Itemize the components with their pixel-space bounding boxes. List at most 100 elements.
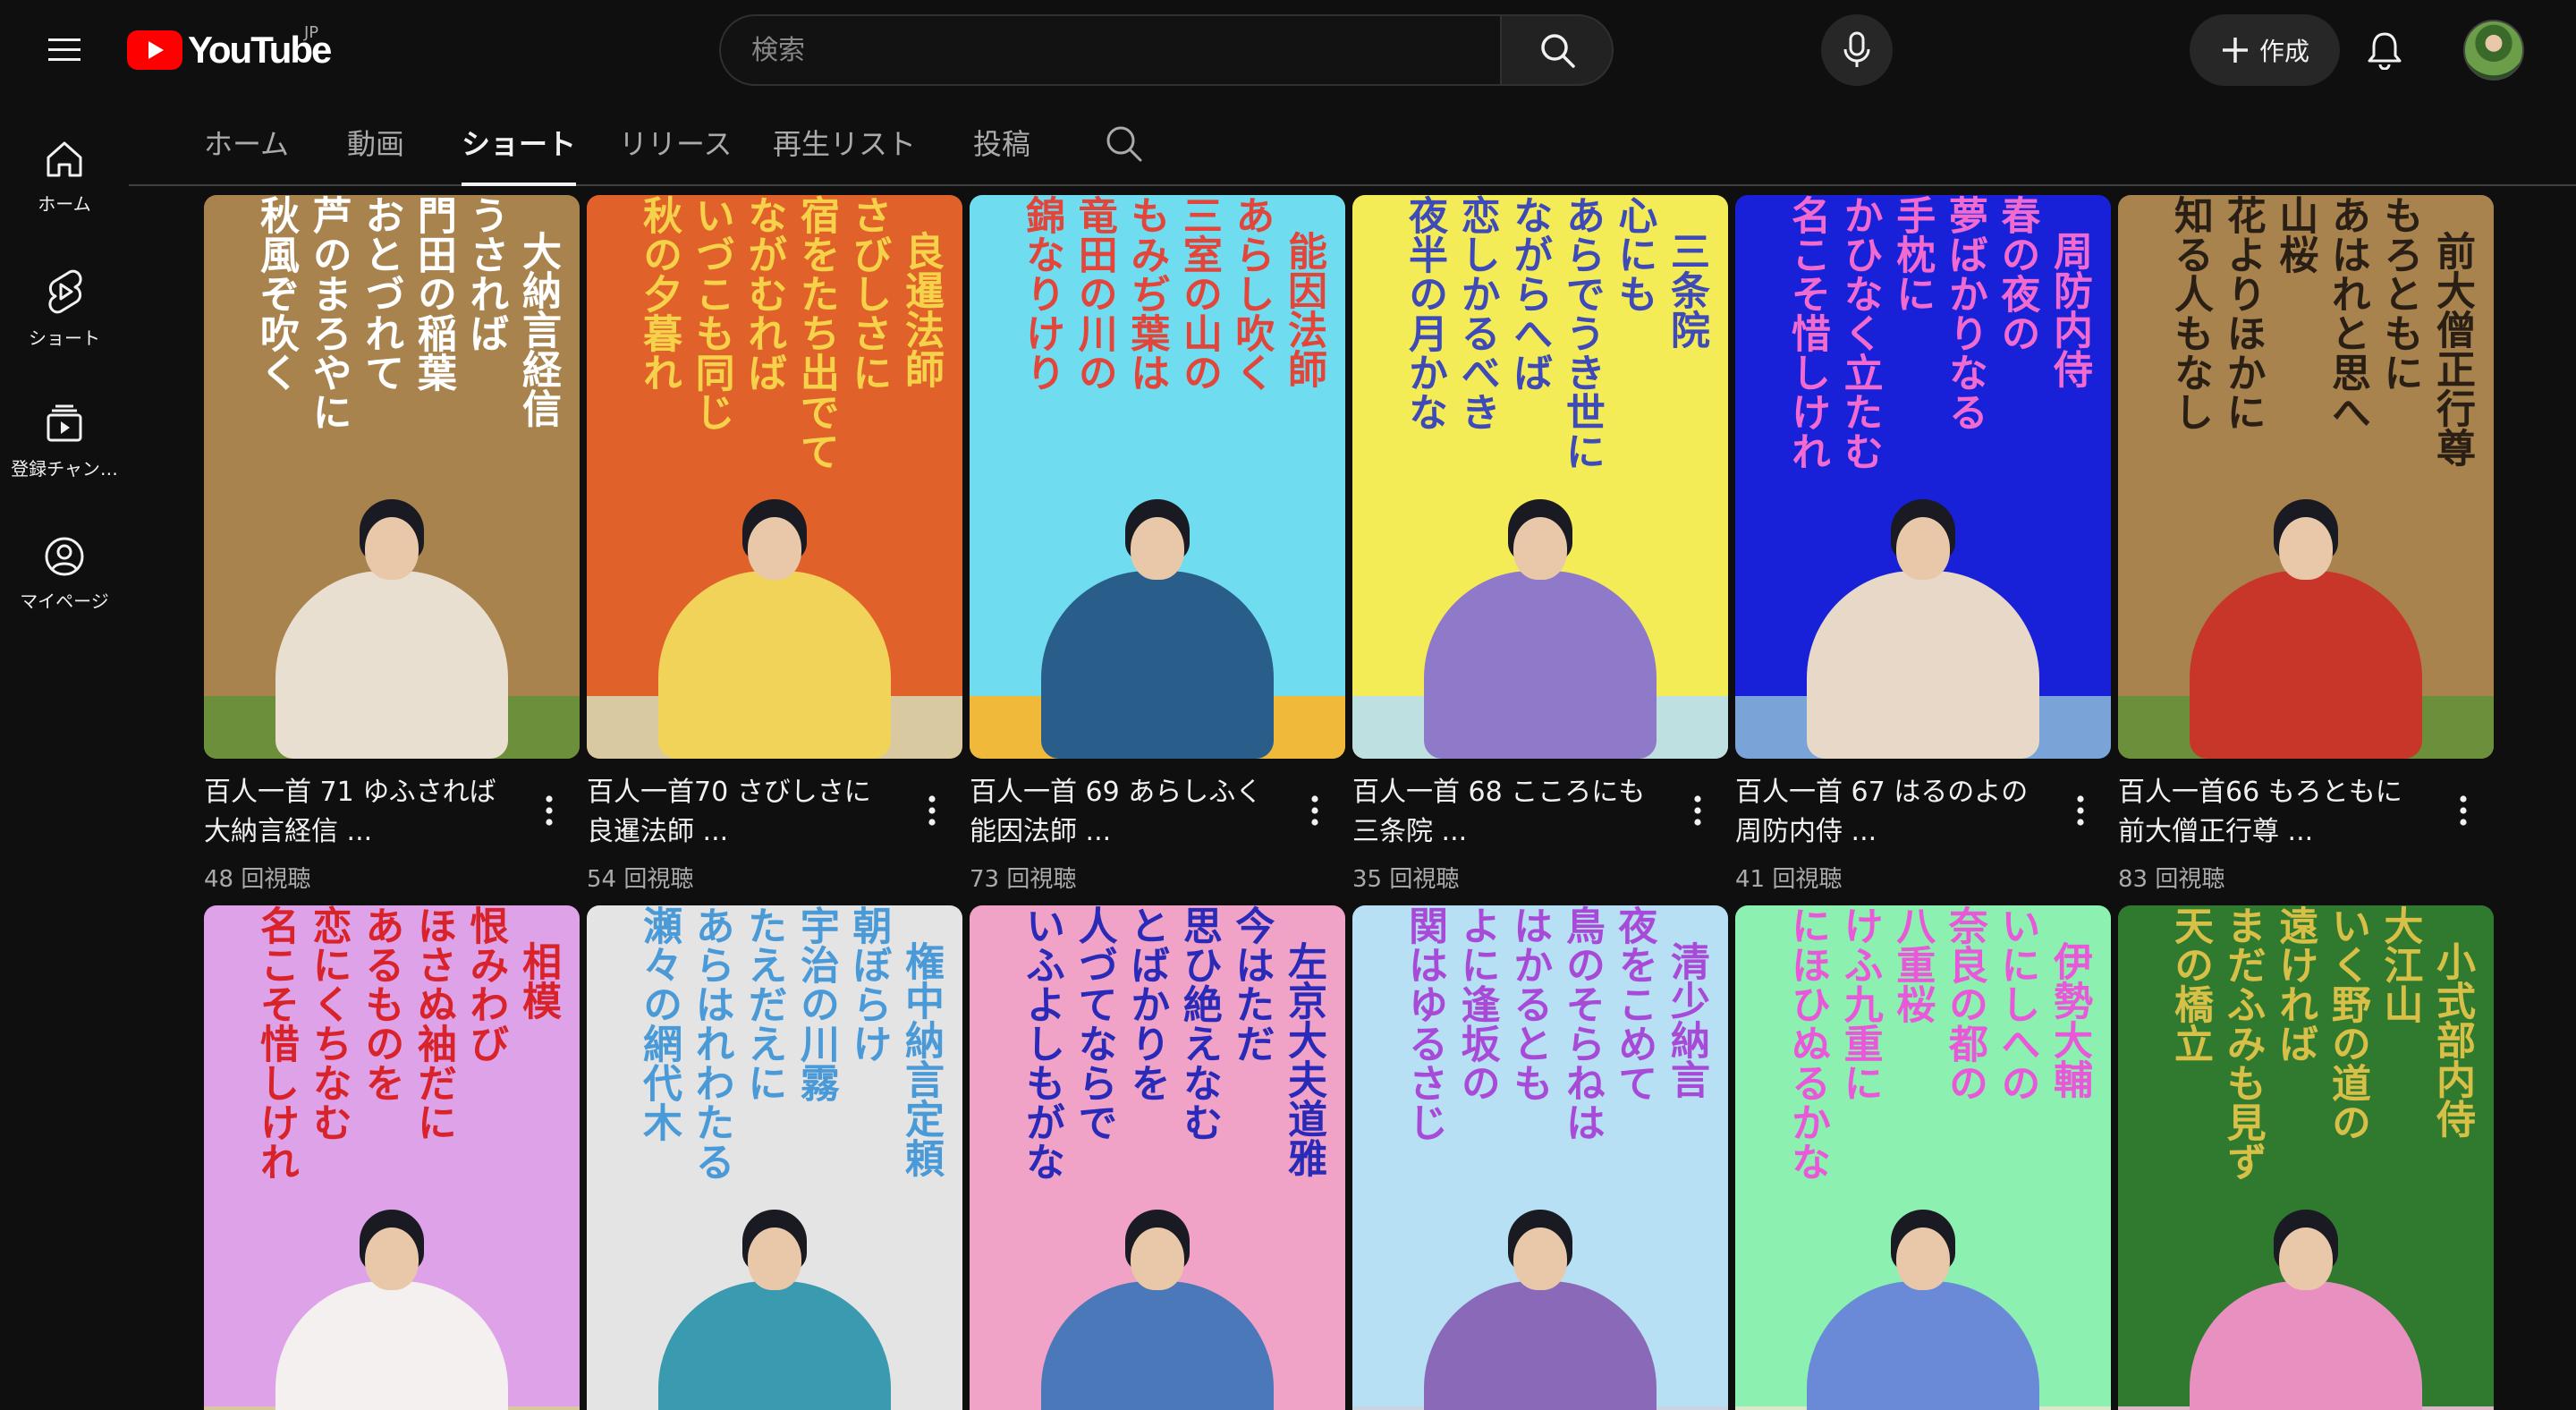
short-title[interactable]: 百人一首66 もろともに 前大僧正行尊 ...: [2118, 773, 2440, 852]
thumbnail-figure: [640, 490, 909, 759]
poet-name: 周防内侍: [2046, 231, 2092, 388]
figure-robe: [1041, 571, 1274, 759]
short-title[interactable]: 百人一首 69 あらしふく 能因法師 ...: [970, 773, 1292, 852]
search-button[interactable]: [1500, 14, 1614, 86]
short-thumbnail[interactable]: 相模 恨みわび ほさぬ袖だに あるものを 恋にくちなむ 名こそ惜しけれ: [204, 905, 580, 1410]
short-thumbnail[interactable]: 三条院 心にも あらでうき世に ながらへば 恋しかるべき 夜半の月かな: [1352, 195, 1728, 759]
poem-line: 遠ければ: [2272, 905, 2318, 1063]
figure-face: [1896, 517, 1950, 580]
tab-posts[interactable]: 投稿: [973, 100, 1030, 184]
short-thumbnail[interactable]: 清少納言 夜をこめて 鳥のそらねは はかるとも よに逢坂の 関はゆるさじ: [1352, 905, 1728, 1410]
menu-icon[interactable]: [38, 23, 91, 77]
poem-line: 瀬々の網代木: [636, 905, 682, 1142]
poet-name: 権中納言定頼: [898, 941, 944, 1177]
poem-line: 恋にくちなむ: [305, 905, 352, 1142]
poem-line: 鳥のそらねは: [1558, 905, 1605, 1142]
region-code: JP: [304, 23, 319, 42]
poem-line: 夢ばかりなる: [1941, 195, 1987, 431]
short-title-line: 前大僧正行尊 ...: [2118, 816, 2314, 847]
poem-line: 竜田の川の: [1071, 195, 1117, 392]
poem-line: 門田の稲葉: [410, 195, 456, 392]
short-thumbnail[interactable]: 左京大夫道雅 今はただ 思ひ絶えなむ とばかりを 人づてならで いふよしもがな: [970, 905, 1345, 1410]
short-thumbnail[interactable]: 前大僧正行尊 もろともに あはれと思へ 山桜 花よりほかに 知る人もなし: [2118, 195, 2494, 759]
poem-line: たえだえに: [741, 905, 787, 1102]
poem-line: とばかりを: [1123, 905, 1170, 1102]
tab-playlists[interactable]: 再生リスト: [773, 100, 916, 184]
short-title-line: 能因法師 ...: [970, 816, 1112, 847]
search-bar: [719, 14, 1614, 86]
short-thumbnail[interactable]: 伊勢大輔 いにしへの 奈良の都の 八重桜 けふ九重に にほひぬるかな: [1735, 905, 2111, 1410]
account-avatar[interactable]: [2463, 20, 2524, 81]
top-bar: YouTube JP 作成: [0, 0, 2576, 100]
tab-videos[interactable]: 動画: [347, 100, 404, 184]
short-title[interactable]: 百人一首 71 ゆふされば 大納言経信 ...: [204, 773, 526, 852]
channel-search-button[interactable]: [1100, 120, 1147, 166]
poem-line: いく野の道の: [2324, 905, 2370, 1142]
more-actions-icon[interactable]: [530, 786, 569, 836]
more-actions-icon[interactable]: [2061, 786, 2100, 836]
figure-robe: [1807, 571, 2039, 759]
voice-search-button[interactable]: [1821, 14, 1893, 86]
poem-line: 思ひ絶えなむ: [1175, 905, 1222, 1142]
figure-face: [748, 517, 801, 580]
poem-line: 知る人もなし: [2167, 195, 2214, 431]
poem-line: 朝ぼらけ: [845, 905, 892, 1063]
poem-line: まだふみも見ず: [2219, 905, 2266, 1181]
poem-line: 恋しかるべき: [1453, 195, 1500, 431]
figure-robe: [658, 1281, 891, 1410]
poem-line: にほひぬるかな: [1784, 905, 1831, 1181]
short-title-line: 百人一首70 さびしさに: [587, 777, 871, 808]
tab-releases[interactable]: リリース: [619, 100, 732, 184]
poem-line: 八重桜: [1889, 905, 1936, 1024]
sidebar-item-label: ホーム: [38, 192, 91, 215]
sidebar-item-label: マイページ: [20, 590, 109, 612]
figure-robe: [1807, 1281, 2039, 1410]
more-actions-icon[interactable]: [912, 786, 952, 836]
tab-home[interactable]: ホーム: [204, 100, 289, 184]
thumbnail-figure: [1789, 490, 2057, 759]
figure-face: [1513, 1227, 1567, 1290]
sidebar-item-you[interactable]: マイページ: [0, 515, 129, 632]
poem-line: 人づてならで: [1071, 905, 1117, 1142]
youtube-logo[interactable]: YouTube: [127, 29, 332, 72]
short-title[interactable]: 百人一首 68 こころにも 三条院 ...: [1352, 773, 1674, 852]
poem-line: あらでうき世に: [1558, 195, 1605, 471]
poem-line: 夜をこめて: [1611, 905, 1657, 1102]
thumbnail-figure: [1406, 1201, 1674, 1410]
poem-line: いふよしもがな: [1019, 905, 1065, 1181]
poem-line: もろともに: [2377, 195, 2423, 392]
more-actions-icon[interactable]: [1295, 786, 1335, 836]
short-title[interactable]: 百人一首 67 はるのよの 周防内侍 ...: [1735, 773, 2057, 852]
figure-robe: [658, 571, 891, 759]
poem-line: 錦なりけり: [1019, 195, 1065, 392]
home-icon: [47, 141, 82, 176]
create-button[interactable]: 作成: [2190, 14, 2340, 86]
figure-robe: [275, 1281, 508, 1410]
notifications-button[interactable]: [2358, 23, 2411, 77]
you-icon: [45, 537, 84, 575]
short-thumbnail[interactable]: 能因法師 あらし吹く 三室の山の もみぢ葉は 竜田の川の 錦なりけり: [970, 195, 1345, 759]
more-actions-icon[interactable]: [2444, 786, 2483, 836]
poem-line: さびしさに: [845, 195, 892, 392]
sidebar-item-shorts[interactable]: ショート: [0, 251, 129, 367]
poet-name: 大納言経信: [515, 231, 561, 428]
short-thumbnail[interactable]: 権中納言定頼 朝ぼらけ 宇治の川霧 たえだえに あらはれわたる 瀬々の網代木: [587, 905, 962, 1410]
short-thumbnail[interactable]: 大納言経信 うされば 門田の稲葉 おとづれて 芦のまろやに 秋風ぞ吹く: [204, 195, 580, 759]
sidebar-item-subscriptions[interactable]: 登録チャン…: [0, 383, 129, 499]
short-thumbnail[interactable]: 小式部内侍 大江山 いく野の道の 遠ければ まだふみも見ず 天の橋立: [2118, 905, 2494, 1410]
thumbnail-figure: [1023, 1201, 1292, 1410]
poem-text: 前大僧正行尊 もろともに あはれと思へ 山桜 花よりほかに 知る人もなし: [2166, 195, 2475, 467]
tab-shorts[interactable]: ショート: [462, 100, 577, 186]
poem-line: 奈良の都の: [1941, 905, 1987, 1102]
short-title-line: 周防内侍 ...: [1735, 816, 1877, 847]
sidebar-item-home[interactable]: ホーム: [0, 118, 129, 234]
poet-name: 相模: [515, 941, 561, 1020]
poem-line: 関はゆるさじ: [1402, 905, 1448, 1142]
search-input[interactable]: [719, 14, 1500, 86]
short-thumbnail[interactable]: 周防内侍 春の夜の 夢ばかりなる 手枕に かひなく立たむ 名こそ惜しけれ: [1735, 195, 2111, 759]
thumbnail-figure: [1789, 1201, 2057, 1410]
short-title-line: 百人一首 71 ゆふされば: [204, 777, 496, 808]
short-thumbnail[interactable]: 良暹法師 さびしさに 宿をたち出でて ながむれば いづこも同じ 秋の夕暮れ: [587, 195, 962, 759]
short-title[interactable]: 百人一首70 さびしさに 良暹法師 ...: [587, 773, 909, 852]
more-actions-icon[interactable]: [1678, 786, 1717, 836]
